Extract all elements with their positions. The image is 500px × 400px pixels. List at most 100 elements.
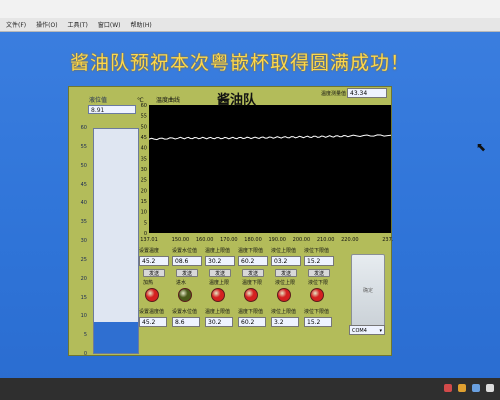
taskbar: [0, 378, 500, 400]
menu-item-operate[interactable]: 操作(O): [36, 20, 57, 29]
control-item: 液位上限值 03.2 发送 液位上限 液位上限值 3.2: [271, 247, 303, 333]
x-tick-label: 210.00: [317, 237, 335, 243]
control-readout: 30.2: [205, 317, 233, 327]
screen: 文件(F) 操作(O) 工具(T) 窗口(W) 帮助(H) 酱油队预祝本次粤嵌杯…: [0, 0, 500, 400]
tray-icon[interactable]: [444, 384, 452, 392]
level-fill: [94, 321, 138, 353]
control-tag: 液位下限: [308, 280, 329, 286]
level-tick: 50: [80, 162, 87, 169]
control-head: 液位上限值: [271, 248, 297, 254]
level-tank: [93, 128, 139, 354]
com-port-value: COM4: [352, 328, 367, 334]
send-button[interactable]: 发送: [143, 269, 165, 277]
menu-bar: 文件(F) 操作(O) 工具(T) 窗口(W) 帮助(H): [0, 18, 500, 32]
y-tick-label: 30: [141, 167, 147, 173]
temperature-chart: ℃ 60 55 50 45 40 35 30 25 20 15 10 5 0 137.01 150.00 160…: [137, 87, 393, 247]
level-tick: 60: [80, 125, 87, 131]
level-tick: 30: [80, 238, 87, 244]
control-head: 温度上限值: [205, 248, 231, 254]
menu-item-window[interactable]: 窗口(W): [98, 20, 121, 29]
y-tick-label: 5: [144, 220, 147, 226]
tray-icon[interactable]: [458, 384, 466, 392]
control-panel: 液位值 8.91 60 55 50 45 40 35 30 25 20 15 10 5 0 ℃ 60 55 5…: [68, 86, 393, 357]
x-tick-label: 170.00: [220, 237, 238, 243]
y-tick-label: 20: [141, 188, 147, 194]
menu-item-tools[interactable]: 工具(T): [68, 20, 88, 29]
mouse-cursor-icon: ⬉: [476, 140, 487, 154]
level-scale: 60 55 50 45 40 35 30 25 20 15 10 5 0: [79, 115, 87, 357]
control-foot: 设置温度值: [139, 309, 165, 315]
y-tick-label: 15: [141, 199, 147, 205]
chevron-down-icon: ▾: [379, 328, 382, 334]
status-led-icon: [277, 288, 291, 302]
send-button[interactable]: 发送: [242, 269, 264, 277]
level-tick: 0: [83, 351, 87, 357]
control-readout: 8.6: [172, 317, 200, 327]
measure-label: 温度测量值: [321, 91, 347, 97]
level-label: 液位值: [89, 97, 108, 104]
y-tick-label: 25: [141, 178, 147, 184]
chart-title: 酱油队: [217, 93, 257, 108]
status-led-icon: [211, 288, 225, 302]
measure-value: 43.34: [347, 88, 387, 98]
y-tick-label: 10: [141, 210, 147, 216]
level-tick: 15: [80, 294, 87, 301]
level-tick: 5: [83, 332, 87, 339]
control-input[interactable]: 08.6: [172, 256, 202, 266]
send-button[interactable]: 发送: [308, 269, 330, 277]
control-foot: 设置水位值: [172, 309, 198, 315]
control-tag: 液位上限: [275, 280, 296, 286]
y-tick-label: 40: [141, 146, 147, 152]
title-bar: [0, 0, 500, 19]
control-item: 设置水位值 08.6 发送 进水 设置水位值 8.6: [172, 247, 204, 333]
level-tick: 10: [80, 313, 87, 320]
com-port-select[interactable]: COM4 ▾: [349, 325, 385, 335]
control-item: 温度下限值 60.2 发送 温度下限 温度下限值 60.2: [238, 247, 270, 333]
control-item: 温度上限值 30.2 发送 温度上限 温度上限值 30.2: [205, 247, 237, 333]
tray-icon[interactable]: [486, 384, 494, 392]
chart-svg: ℃605550454035302520151050137.01 150.00 160…: [137, 97, 393, 243]
control-input[interactable]: 15.2: [304, 256, 334, 266]
y-tick-label: 60: [141, 103, 147, 109]
system-tray: [444, 384, 494, 392]
send-button[interactable]: 发送: [209, 269, 231, 277]
level-tick: 35: [80, 219, 87, 226]
status-led-icon: [310, 288, 324, 302]
x-tick-label: 237.01: [382, 237, 393, 243]
level-tick: 55: [80, 143, 87, 150]
send-button[interactable]: 发送: [176, 269, 198, 277]
x-tick-label: 160.00: [196, 237, 214, 243]
menu-item-help[interactable]: 帮助(H): [131, 20, 152, 29]
control-head: 设置水位值: [172, 248, 198, 254]
control-input[interactable]: 30.2: [205, 256, 235, 266]
control-input[interactable]: 60.2: [238, 256, 268, 266]
control-tag: 加热: [143, 280, 154, 286]
x-tick-label: 200.00: [293, 237, 311, 243]
x-tick-label: 180.00: [244, 237, 262, 243]
y-tick-label: 50: [141, 124, 147, 130]
control-readout: 45.2: [139, 317, 167, 327]
level-gauge: 液位值 8.91 60 55 50 45 40 35 30 25 20 15 10 5 0: [79, 95, 139, 357]
control-foot: 液位上限值: [271, 309, 297, 315]
y-tick-label: 35: [141, 156, 147, 162]
send-button[interactable]: 发送: [275, 269, 297, 277]
menu-item-file[interactable]: 文件(F): [6, 20, 26, 29]
level-tick: 45: [80, 181, 87, 188]
control-tag: 温度上限: [209, 280, 230, 286]
control-tag: 进水: [176, 280, 187, 286]
status-led-icon: [244, 288, 258, 302]
status-led-icon: [145, 288, 159, 302]
control-tag: 温度下限: [242, 280, 263, 286]
confirm-button[interactable]: 确定: [351, 254, 385, 332]
control-input[interactable]: 45.2: [139, 256, 169, 266]
x-tick-label: 150.00: [172, 237, 190, 243]
chart-subtitle: 温度曲线: [156, 97, 181, 104]
tray-icon[interactable]: [472, 384, 480, 392]
y-tick-label: 55: [141, 114, 147, 120]
control-input[interactable]: 03.2: [271, 256, 301, 266]
control-head: 温度下限值: [238, 248, 264, 254]
x-tick-label: 190.00: [268, 237, 286, 243]
level-tick: 25: [80, 256, 87, 263]
control-foot: 液位下限值: [304, 309, 330, 315]
level-value: 8.91: [88, 105, 136, 114]
